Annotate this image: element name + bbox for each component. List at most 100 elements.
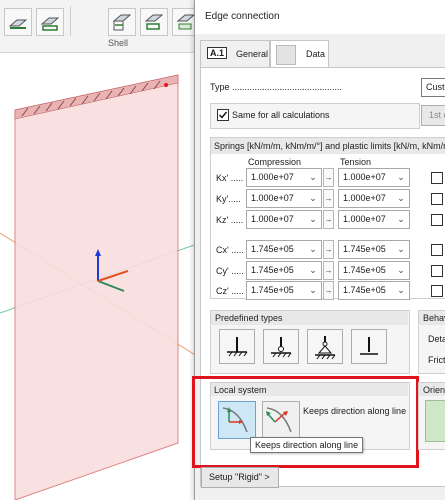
compression-header: Compression [248,157,302,167]
setup-rigid-button-label: Setup "Rigid" > [209,472,270,482]
chevron-down-icon: ⌄ [397,172,405,182]
tab-data[interactable]: Data [270,40,329,69]
shell-hinge-tool-button[interactable] [140,8,168,36]
tension-value: 1.745e+05 [343,285,386,295]
predefined-types-title: Predefined types [215,313,283,323]
fixed-support-icon [227,337,248,357]
row-label: Ky'..... [216,194,241,204]
row-checkbox[interactable] [431,193,443,205]
compression-value: 1.745e+05 [251,244,294,254]
model-viewport[interactable] [0,53,200,500]
type-select[interactable]: Custo [421,78,445,97]
compression-select[interactable]: 1.745e+05 ⌄ [246,281,322,300]
pinned-support-button[interactable] [307,329,343,364]
edge-support-icon [8,19,28,29]
node-marker[interactable] [164,83,168,87]
data-tab-icon [276,45,296,65]
orientation-title: Orien [423,385,445,395]
ribbon: Shell [0,0,200,53]
fixed-support-button[interactable] [219,329,255,364]
dialog-titlebar[interactable]: Edge connection [195,0,445,34]
orientation-preview[interactable] [425,400,445,442]
chevron-down-icon: ⌄ [397,193,405,203]
shell-plate[interactable] [14,74,179,500]
tension-select[interactable]: 1.000e+07 ⌄ [338,189,410,208]
edge-support-tool-button[interactable] [4,8,32,36]
chevron-down-icon: ⌄ [309,193,317,203]
compression-value: 1.745e+05 [251,285,294,295]
copy-right-arrow-button[interactable]: → [323,168,334,187]
row-checkbox[interactable] [431,214,443,226]
tension-value: 1.000e+07 [343,193,386,203]
tension-value: 1.745e+05 [343,265,386,275]
compression-select[interactable]: 1.000e+07 ⌄ [246,189,322,208]
row-label: Cx' ..... [216,245,244,255]
row-label: Kz' ..... [216,215,244,225]
compression-value: 1.745e+05 [251,265,294,275]
edge-connection-dialog: Edge connection A.1 General Data Type ..… [192,0,445,500]
copy-right-arrow-button[interactable]: → [323,240,334,259]
chevron-down-icon: ⌄ [397,214,405,224]
hinged-support-button[interactable] [263,329,299,364]
tab-general[interactable]: A.1 General [200,40,270,68]
compression-select[interactable]: 1.000e+07 ⌄ [246,168,322,187]
tension-value: 1.745e+05 [343,244,386,254]
edge-hinge-tool-button[interactable] [36,8,64,36]
first-order-button-label: 1st o [429,110,445,120]
general-tab-icon: A.1 [207,47,228,59]
row-checkbox[interactable] [431,244,443,256]
highlight-rectangle [192,376,419,468]
compression-select[interactable]: 1.000e+07 ⌄ [246,210,322,229]
row-checkbox[interactable] [431,265,443,277]
edge-hinge-icon [40,17,60,31]
row-label: Cz' ..... [216,286,244,296]
tension-select[interactable]: 1.000e+07 ⌄ [338,168,410,187]
shell-connection-tool-button[interactable] [108,8,136,36]
tension-select[interactable]: 1.745e+05 ⌄ [338,281,410,300]
chevron-down-icon: ⌄ [397,285,405,295]
behaviour-title: Behav [423,313,445,323]
pinned-support-icon [315,336,336,360]
chevron-down-icon: ⌄ [309,172,317,182]
chevron-down-icon: ⌄ [309,244,317,254]
chevron-down-icon: ⌄ [397,265,405,275]
copy-right-arrow-button[interactable]: → [323,189,334,208]
row-checkbox[interactable] [431,172,443,184]
dialog-title: Edge connection [205,11,280,22]
tension-select[interactable]: 1.745e+05 ⌄ [338,240,410,259]
compression-select[interactable]: 1.745e+05 ⌄ [246,240,322,259]
shell-connection-icon [112,14,132,31]
setup-rigid-button[interactable]: Setup "Rigid" > [201,467,279,488]
hinged-support-icon [271,337,292,358]
free-support-button[interactable] [351,329,387,364]
behaviour-item-detach[interactable]: Deta [428,334,445,344]
copy-right-arrow-button[interactable]: → [323,281,334,300]
tension-value: 1.000e+07 [343,214,386,224]
compression-value: 1.000e+07 [251,214,294,224]
same-for-all-checkbox[interactable] [217,109,229,121]
type-label: Type ...................................… [210,82,343,92]
ribbon-separator [70,6,71,36]
tab-general-label: General [236,49,269,59]
tab-data-label: Data [306,49,326,59]
chevron-down-icon: ⌄ [309,285,317,295]
type-select-value: Custo [426,82,445,92]
chevron-down-icon: ⌄ [309,214,317,224]
copy-right-arrow-button[interactable]: → [323,210,334,229]
first-order-button[interactable]: 1st o [421,105,445,126]
tension-select[interactable]: 1.745e+05 ⌄ [338,261,410,280]
compression-value: 1.000e+07 [251,172,294,182]
checkmark-icon [219,111,228,119]
behaviour-item-friction[interactable]: Frict [428,355,445,365]
compression-select[interactable]: 1.745e+05 ⌄ [246,261,322,280]
row-checkbox[interactable] [431,285,443,297]
chevron-down-icon: ⌄ [309,265,317,275]
tension-header: Tension [340,157,372,167]
model-view-canvas[interactable] [0,53,200,500]
chevron-down-icon: ⌄ [397,244,405,254]
springs-title: Springs [kN/m/m, kNm/m/°] and plastic li… [214,141,445,151]
compression-value: 1.000e+07 [251,193,294,203]
tension-select[interactable]: 1.000e+07 ⌄ [338,210,410,229]
same-for-all-label: Same for all calculations [232,110,330,120]
copy-right-arrow-button[interactable]: → [323,261,334,280]
